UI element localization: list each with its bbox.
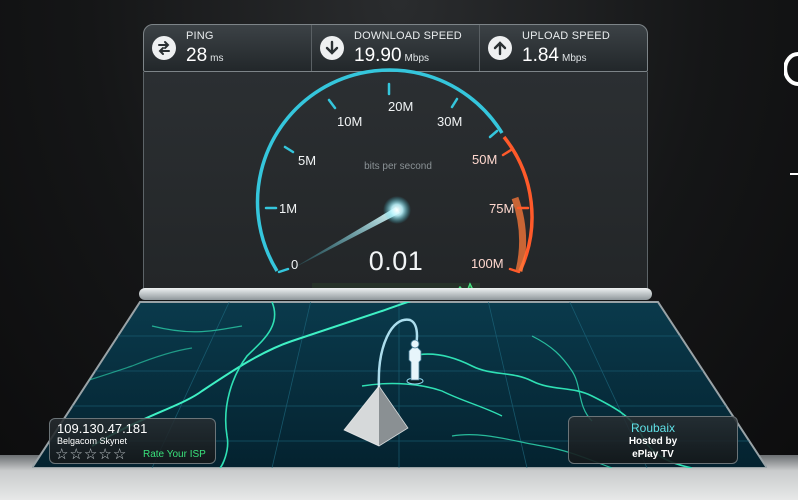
- gauge-units-label: bits per second: [364, 161, 432, 172]
- gauge-tick-5m: 5M: [298, 153, 317, 168]
- gauge-tick-0: 0: [291, 257, 299, 272]
- gauge-tick-20m: 20M: [388, 99, 414, 114]
- isp-rating-stars[interactable]: ☆ ☆ ☆ ☆ ☆: [55, 447, 126, 462]
- server-info-box: Roubaix Hosted by ePlay TV: [568, 416, 738, 464]
- gauge-hub: [383, 196, 411, 224]
- gauge-tick-1m: 1M: [279, 201, 298, 216]
- client-info-box: 109.130.47.181 Belgacom Skynet ☆ ☆ ☆ ☆ ☆…: [49, 418, 216, 464]
- rating-star-icon[interactable]: ☆: [98, 447, 111, 462]
- rating-star-icon[interactable]: ☆: [69, 447, 82, 462]
- gauge-tick-30m: 30M: [437, 114, 463, 129]
- gauge-tick-100m: 100M: [471, 256, 504, 271]
- gauge-tick-75m: 75M: [489, 201, 515, 216]
- gauge-tick-50m: 50M: [472, 152, 498, 167]
- current-speed-readout: 0.01: [368, 246, 424, 276]
- rating-star-icon[interactable]: ☆: [55, 447, 68, 462]
- client-ip-address: 109.130.47.181: [57, 421, 148, 436]
- hosted-by-label: Hosted by: [628, 436, 678, 447]
- client-location-marker: [408, 346, 422, 381]
- rating-star-icon[interactable]: ☆: [84, 447, 97, 462]
- gauge-tick-10m: 10M: [337, 114, 363, 129]
- client-isp-name: Belgacom Skynet: [57, 436, 128, 446]
- rating-star-icon[interactable]: ☆: [113, 447, 126, 462]
- server-city[interactable]: Roubaix: [569, 421, 737, 435]
- server-host-name[interactable]: ePlay TV: [569, 449, 737, 461]
- rate-isp-link[interactable]: Rate Your ISP: [143, 449, 206, 460]
